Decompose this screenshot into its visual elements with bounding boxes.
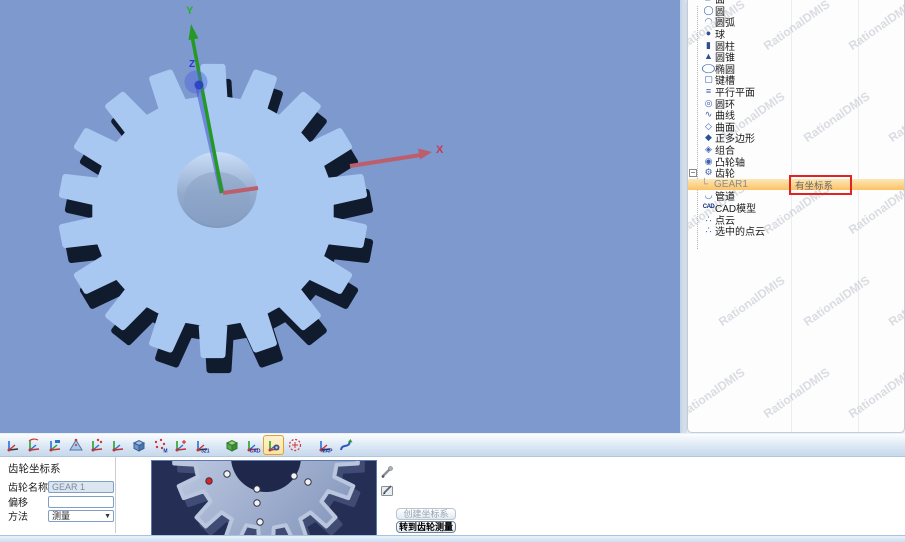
cylinder-icon: ▮ <box>702 41 715 50</box>
circle-icon: ◯ <box>702 6 715 15</box>
polygon-icon: ◆ <box>702 133 715 142</box>
tree-branch-line: └ <box>701 179 708 190</box>
has-coordinate-annotation: 有坐标系 <box>789 175 852 195</box>
feature-tree: ▱面◯圆◠圆弧●球▮圆柱▲圆锥◯椭圆▢键槽≡平行平面◎圆环∿曲线◇曲面◆正多边形… <box>688 0 904 236</box>
feature-tree-sidebar: RationalDMISRationalDMISRationalDMISRati… <box>687 0 905 433</box>
tree-item-label: 选中的点云 <box>715 223 765 238</box>
probe-icon[interactable] <box>380 465 394 479</box>
preview-white-point <box>305 479 311 485</box>
goto-gear-measure-button[interactable]: 转到齿轮测量 <box>396 521 456 533</box>
coordinate-toolbar: M 321 CAD MAP <box>0 433 905 457</box>
rgb-axes-icon[interactable] <box>107 435 128 455</box>
expander-minus-icon[interactable]: − <box>689 169 697 177</box>
curve-icon: ∿ <box>702 110 715 119</box>
cad-icon: CAD <box>702 203 715 212</box>
rotate-axes-icon[interactable] <box>23 435 44 455</box>
group-icon: ◈ <box>702 145 715 154</box>
preview-white-point <box>257 519 263 525</box>
bestfit-points-icon[interactable] <box>284 435 305 455</box>
edit-icon[interactable] <box>380 483 394 497</box>
tree-item-selected-pointcloud[interactable]: ∴选中的点云 <box>688 225 904 237</box>
svg-text:M: M <box>163 449 167 454</box>
chevron-down-icon: ▼ <box>104 513 111 520</box>
gear-icon: ⚙ <box>702 168 715 177</box>
watermark-text: RationalDMIS <box>716 273 787 329</box>
y-axis-arrow <box>189 24 199 40</box>
3d-viewport[interactable]: Y Z X <box>0 0 680 433</box>
arc-icon: ◠ <box>702 17 715 26</box>
cone-icon: ▲ <box>702 52 715 61</box>
surface-icon: ◇ <box>702 122 715 131</box>
preview-white-point <box>254 486 260 492</box>
selected-pointcloud-icon: ∴ <box>702 226 715 235</box>
preview-red-point <box>206 478 212 484</box>
preview-white-point <box>254 500 260 506</box>
watermark-text: RationalDMIS <box>761 365 832 421</box>
create-coordinate-button[interactable]: 创建坐标系 <box>396 508 456 520</box>
panel-divider <box>115 457 116 533</box>
offset-axes-icon[interactable] <box>170 435 191 455</box>
gear-name-input[interactable] <box>48 481 114 493</box>
svg-text:CAD: CAD <box>249 449 260 454</box>
gear-name-label: 齿轮名称 <box>8 479 48 494</box>
camshaft-icon: ◉ <box>702 157 715 166</box>
x-axis-label: X <box>436 144 444 156</box>
x-axis-line-far <box>350 155 421 166</box>
z-axis-label: Z <box>189 59 195 70</box>
preview-white-point <box>224 471 230 477</box>
svg-text:MAP: MAP <box>321 449 333 454</box>
status-bar <box>0 535 905 542</box>
preview-white-point <box>291 473 297 479</box>
bend-arrow-icon[interactable] <box>335 435 356 455</box>
point-axes-icon[interactable] <box>86 435 107 455</box>
z-axis-dot <box>195 81 204 90</box>
watermark-text: RationalDMIS <box>687 365 747 421</box>
panel-title: 齿轮坐标系 <box>8 461 61 476</box>
gear-coordinate-panel: 齿轮坐标系 齿轮名称 偏移 方法 测量 ▼ <box>0 457 905 535</box>
method-select-value: 测量 <box>52 509 70 522</box>
machine-axes-icon[interactable] <box>2 435 23 455</box>
measure-points-icon[interactable]: M <box>149 435 170 455</box>
gear-coordinate-icon[interactable] <box>263 435 284 455</box>
level-plane-icon[interactable] <box>65 435 86 455</box>
translate-axes-icon[interactable] <box>44 435 65 455</box>
green-block-icon[interactable] <box>221 435 242 455</box>
pipe-icon: ◡ <box>702 191 715 200</box>
gear-preview-image <box>151 460 377 536</box>
watermark-text: RationalDMIS <box>801 273 872 329</box>
parallel-planes-icon: ≡ <box>702 87 715 96</box>
gear-3d-scene: Y Z X <box>0 0 680 433</box>
sphere-icon: ● <box>702 29 715 38</box>
method-select[interactable]: 测量 ▼ <box>48 510 114 522</box>
viewport-sidebar-splitter[interactable] <box>680 0 687 433</box>
cad-alignment-icon[interactable]: CAD <box>242 435 263 455</box>
plane-icon: ▱ <box>702 0 715 3</box>
cube-align-icon[interactable] <box>128 435 149 455</box>
offset-label: 偏移 <box>8 494 48 509</box>
watermark-text: RationalDMIS <box>846 365 905 421</box>
x-axis-arrow <box>418 149 432 160</box>
torus-icon: ◎ <box>702 99 715 108</box>
slot-icon: ▢ <box>702 75 715 84</box>
pointcloud-icon: ∴ <box>702 215 715 224</box>
svg-text:321: 321 <box>201 449 210 454</box>
y-axis-label: Y <box>186 5 194 17</box>
alignment-321-icon[interactable]: 321 <box>191 435 212 455</box>
method-label: 方法 <box>8 508 48 523</box>
watermark-text: RationalDMIS <box>886 273 905 329</box>
offset-input[interactable] <box>48 496 114 508</box>
map-alignment-icon[interactable]: MAP <box>314 435 335 455</box>
